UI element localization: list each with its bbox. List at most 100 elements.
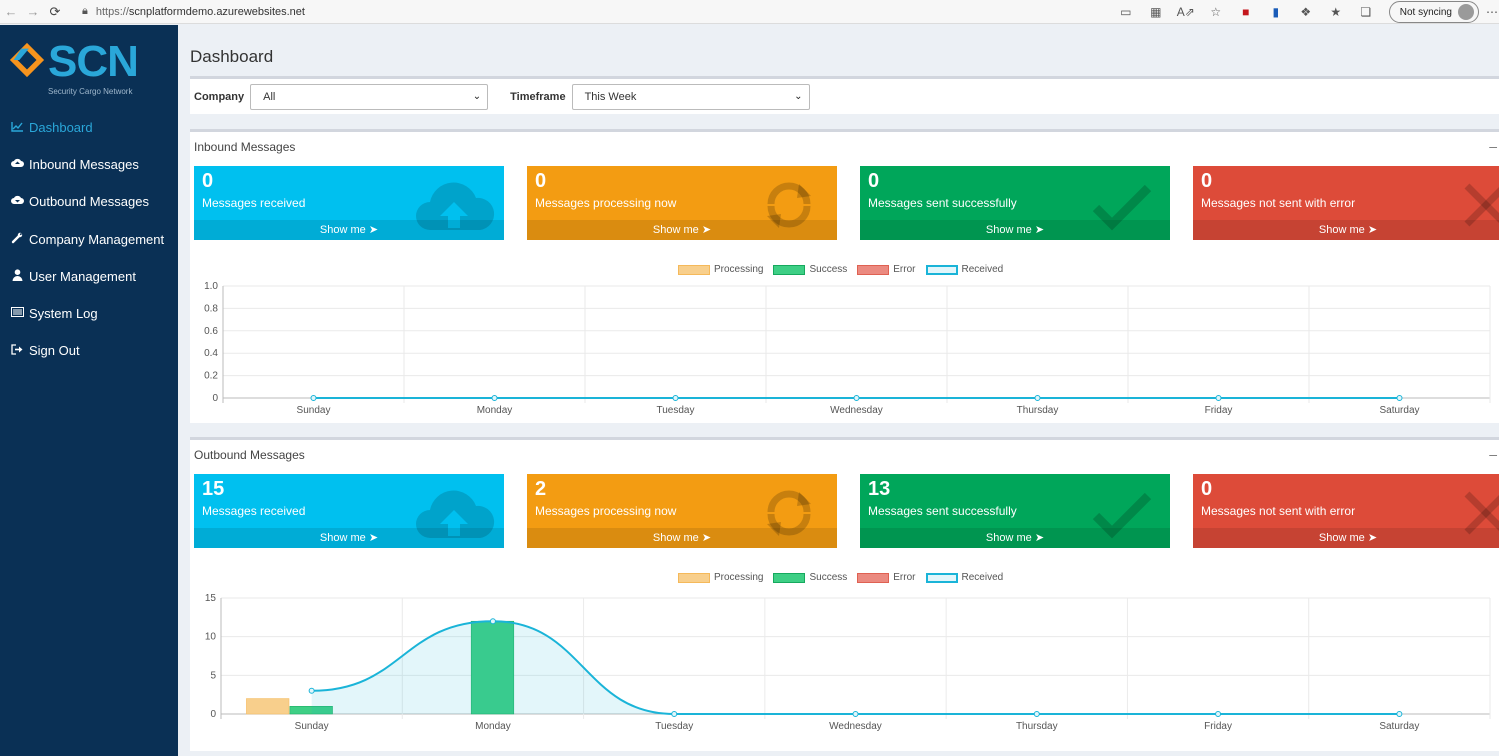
stat-tiles: 15 Messages received Show me ➤ 2 Message… <box>194 474 1499 550</box>
main-content: Dashboard Company All ⌄ Timeframe This W… <box>178 25 1499 756</box>
tile-value: 0 <box>1201 170 1213 192</box>
legend-item-error[interactable]: Error <box>857 264 916 275</box>
legend-item-processing[interactable]: Processing <box>678 572 763 583</box>
legend-item-received[interactable]: Received <box>925 572 1004 583</box>
reload-icon[interactable]: ⟳ <box>44 4 66 20</box>
tile-label: Messages processing now <box>535 196 677 210</box>
show-me-link[interactable]: Show me ➤ <box>194 528 504 548</box>
received-area <box>311 621 1400 714</box>
show-me-link[interactable]: Show me ➤ <box>860 528 1170 548</box>
show-me-link[interactable]: Show me ➤ <box>1193 528 1499 548</box>
legend-item-success[interactable]: Success <box>773 572 847 583</box>
x-tick-label: Tuesday <box>657 405 695 416</box>
show-me-label: Show me <box>985 532 1032 544</box>
logo[interactable]: SCN Security Cargo Network <box>8 37 178 99</box>
sidebar-item-dashboard[interactable]: Dashboard <box>0 109 178 146</box>
sync-label: Not syncing <box>1399 6 1452 18</box>
x-tick-label: Wednesday <box>829 721 882 732</box>
sidebar-item-company-management[interactable]: Company Management <box>0 221 178 258</box>
legend-swatch <box>857 264 890 275</box>
legend-label: Received <box>961 572 1004 583</box>
legend-label: Processing <box>714 572 764 583</box>
timeframe-select[interactable]: This Week ⌄ <box>571 83 810 110</box>
tile-value: 0 <box>202 170 214 192</box>
sidebar-item-label: Outbound Messages <box>29 194 149 210</box>
filter-bar: Company All ⌄ Timeframe This Week ⌄ <box>190 76 1499 114</box>
browser-tools: ▭ ▦ A⇗ ☆ ■ ▮ ❖ ★ ❏ Not syncing ⋯ <box>1111 0 1499 24</box>
y-tick-label: 5 <box>210 670 216 681</box>
legend-item-error[interactable]: Error <box>857 572 916 583</box>
collections-icon[interactable]: ❏ <box>1351 5 1381 19</box>
show-me-link[interactable]: Show me ➤ <box>527 220 837 240</box>
tile-value: 0 <box>868 170 880 192</box>
tile-processing: 0 Messages processing now Show me ➤ <box>527 166 837 240</box>
company-select[interactable]: All ⌄ <box>250 83 489 110</box>
show-me-label: Show me <box>652 532 699 544</box>
collapse-icon[interactable]: – <box>1489 446 1497 462</box>
legend-swatch <box>678 264 710 275</box>
y-tick-label: 15 <box>205 593 217 604</box>
read-aloud-icon[interactable]: A⇗ <box>1171 5 1201 19</box>
received-point <box>1034 395 1041 401</box>
profile-sync-button[interactable]: Not syncing <box>1388 1 1479 23</box>
tile-label: Messages sent successfully <box>868 196 1017 210</box>
pdf-extension-icon[interactable]: ■ <box>1231 5 1261 19</box>
qr-icon[interactable]: ▦ <box>1141 5 1171 19</box>
show-me-label: Show me <box>985 224 1032 236</box>
collapse-icon[interactable]: – <box>1489 138 1497 154</box>
sidebar-item-sign-out[interactable]: Sign Out <box>0 332 178 369</box>
received-point <box>489 618 496 625</box>
show-me-link[interactable]: Show me ➤ <box>194 220 504 240</box>
company-label: Company <box>194 90 245 103</box>
received-point <box>1033 711 1040 717</box>
lock-icon[interactable]: 🔒︎ <box>82 5 88 18</box>
x-tick-label: Sunday <box>295 721 329 732</box>
outbound-messages-box: Outbound Messages – 15 Messages received… <box>190 437 1499 751</box>
chevron-down-icon: ⌄ <box>472 91 482 102</box>
sidebar-item-outbound-messages[interactable]: Outbound Messages <box>0 183 178 220</box>
chart-legend: Processing Success Error Received <box>678 572 1007 583</box>
show-me-label: Show me <box>319 224 366 236</box>
puzzle-icon[interactable]: ❖ <box>1291 5 1321 19</box>
show-me-link[interactable]: Show me ➤ <box>527 528 837 548</box>
company-select-value: All <box>263 90 276 103</box>
back-icon[interactable]: ← <box>0 4 22 19</box>
tab-icon[interactable]: ▭ <box>1111 5 1141 19</box>
y-tick-label: 0.2 <box>204 371 218 382</box>
sidebar-item-inbound-messages[interactable]: Inbound Messages <box>0 146 178 183</box>
tile-processing: 2 Messages processing now Show me ➤ <box>527 474 837 548</box>
received-point <box>852 711 859 717</box>
y-tick-label: 0 <box>210 709 216 720</box>
address-bar[interactable]: https://scnplatformdemo.azurewebsites.ne… <box>96 6 305 18</box>
tile-success: 0 Messages sent successfully Show me ➤ <box>860 166 1170 240</box>
x-tick-label: Thursday <box>1016 721 1058 732</box>
y-tick-label: 0.6 <box>204 326 218 337</box>
favorites-icon[interactable]: ★ <box>1321 5 1351 19</box>
legend-item-received[interactable]: Received <box>925 264 1003 275</box>
tile-value: 2 <box>535 478 547 500</box>
chevron-down-icon: ⌄ <box>794 91 803 102</box>
outbound-chart: 0 5 10 15 Sunday Monday Tuesday Wednesday Thursd… <box>205 593 1491 732</box>
legend-item-success[interactable]: Success <box>773 264 847 275</box>
forward-icon[interactable]: → <box>22 4 44 19</box>
legend-item-processing[interactable]: Processing <box>678 264 763 275</box>
tile-label: Messages received <box>202 196 306 210</box>
favorite-add-icon[interactable]: ☆ <box>1201 5 1231 19</box>
more-icon[interactable]: ⋯ <box>1485 5 1499 19</box>
show-me-link[interactable]: Show me ➤ <box>1193 220 1499 240</box>
legend-label: Success <box>809 264 848 275</box>
tile-label: Messages not sent with error <box>1201 196 1356 210</box>
inbound-messages-box: Inbound Messages – 0 Messages received S… <box>190 129 1499 423</box>
x-tick-label: Sunday <box>297 405 331 416</box>
x-tick-label: Monday <box>475 721 511 732</box>
box-header: Outbound Messages – <box>190 440 1499 470</box>
y-tick-label: 1.0 <box>204 281 218 292</box>
sidebar-item-system-log[interactable]: System Log <box>0 295 178 332</box>
sidebar-item-user-management[interactable]: User Management <box>0 258 178 295</box>
legend-swatch <box>773 264 806 275</box>
legend-label: Error <box>893 572 916 583</box>
show-me-link[interactable]: Show me ➤ <box>860 220 1170 240</box>
sidebar-item-label: Company Management <box>29 231 165 247</box>
list-icon <box>10 307 24 320</box>
extension-icon[interactable]: ▮ <box>1261 5 1291 19</box>
